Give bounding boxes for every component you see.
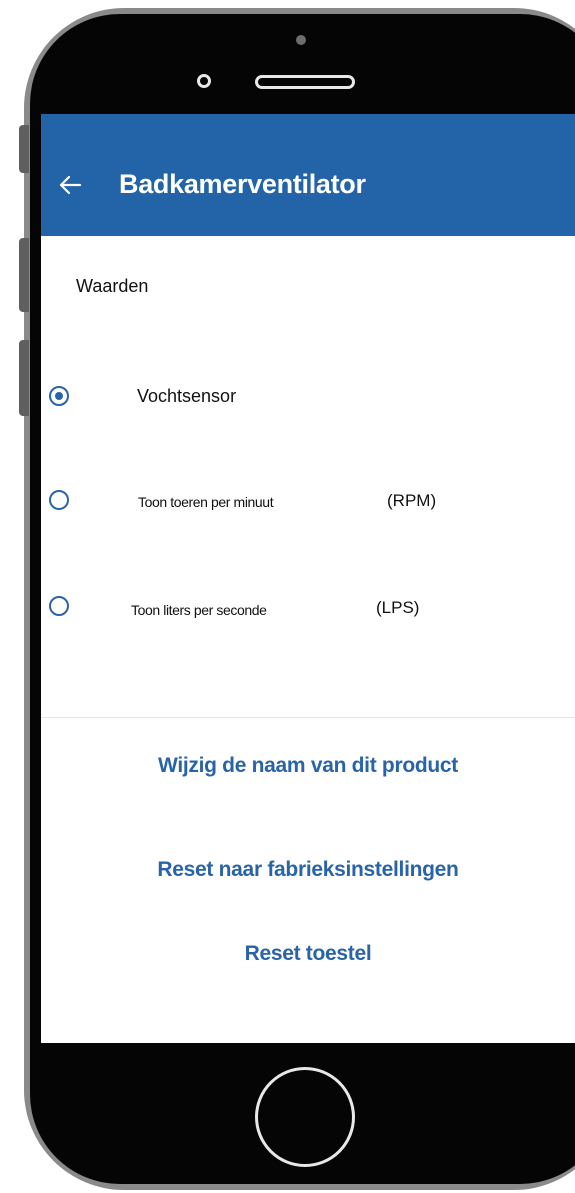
option-suffix: (LPS)	[376, 598, 420, 617]
factory-reset-link[interactable]: Reset naar fabrieksinstellingen	[41, 858, 575, 882]
rename-product-link[interactable]: Wijzig de naam van dit product	[41, 754, 575, 778]
option-label: Toon liters per seconde	[131, 602, 267, 618]
option-rpm[interactable]: Toon toeren per minuut (RPM)	[41, 472, 575, 532]
earpiece-speaker	[255, 75, 355, 89]
page-title: Badkamerventilator	[119, 169, 366, 199]
phone-mockup: Badkamerventilator Waarden Vochtsensor T…	[0, 0, 575, 1193]
radio-button[interactable]	[49, 596, 69, 616]
app-screen: Badkamerventilator Waarden Vochtsensor T…	[41, 114, 575, 1043]
app-bar: Badkamerventilator	[41, 114, 575, 236]
option-lps[interactable]: Toon liters per seconde (LPS)	[41, 578, 575, 638]
reset-device-link[interactable]: Reset toestel	[41, 942, 575, 966]
radio-button-selected[interactable]	[49, 386, 69, 406]
front-camera-icon	[197, 74, 211, 88]
volume-up-button	[19, 238, 29, 312]
divider	[41, 717, 575, 718]
mute-switch	[19, 125, 29, 173]
section-label: Waarden	[76, 276, 149, 296]
home-button[interactable]	[255, 1067, 355, 1167]
arrow-left-icon[interactable]	[57, 172, 83, 198]
proximity-sensor	[296, 35, 306, 45]
option-suffix: (RPM)	[387, 491, 437, 510]
option-vochtsensor[interactable]: Vochtsensor	[41, 366, 575, 426]
option-label: Toon toeren per minuut	[138, 494, 274, 510]
volume-down-button	[19, 340, 29, 416]
option-label: Vochtsensor	[137, 386, 237, 406]
radio-button[interactable]	[49, 490, 69, 510]
